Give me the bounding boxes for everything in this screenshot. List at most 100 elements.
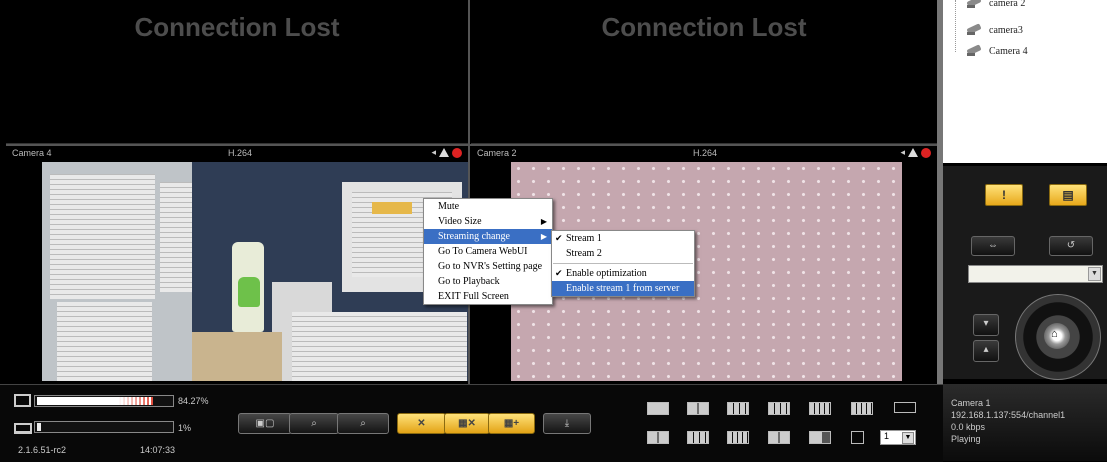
full-screen-icon[interactable] — [894, 402, 916, 413]
menu-item-label: Enable optimization — [566, 268, 647, 279]
menu-item-exit-full-screen[interactable]: EXIT Full Screen — [424, 289, 552, 304]
tree-item-camera-2[interactable]: camera 2 — [965, 0, 1025, 10]
layout-6x6-icon[interactable] — [851, 402, 873, 415]
menu-item-label: Streaming change — [438, 231, 510, 242]
cpu-meter-fill — [37, 397, 153, 405]
info-rate: 0.0 kbps — [951, 422, 986, 432]
pan-arrows-icon: ⇔ — [988, 240, 998, 251]
menu-item-mute[interactable]: Mute — [424, 199, 552, 214]
menu-item-go-to-playback[interactable]: Go to Playback — [424, 274, 552, 289]
video-pane-top-left[interactable]: Connection Lost — [6, 0, 468, 144]
camera-icon — [965, 44, 985, 58]
tree-item-label: Camera 4 — [989, 45, 1028, 57]
tree-item-camera-4[interactable]: Camera 4 — [965, 44, 1028, 58]
sequence-icon[interactable] — [851, 431, 864, 444]
menu-item-label: Video Size — [438, 216, 482, 227]
zoom-in-icon: ▾ — [983, 318, 989, 329]
streaming-submenu: ✔ Stream 1 Stream 2 ✔ Enable optimization … — [551, 230, 695, 297]
speaker-icon[interactable]: ◂ — [900, 147, 905, 158]
menu-separator — [553, 263, 693, 264]
sequence-select[interactable]: 1 ▼ — [880, 430, 916, 445]
rotate-icon: ↺ — [1066, 240, 1076, 251]
alert-icon — [908, 148, 918, 157]
layout-1-plus-12-icon[interactable] — [727, 431, 749, 444]
monitor-icon — [14, 394, 31, 407]
memory-icon — [14, 423, 32, 434]
zoom-button[interactable]: ⌕ — [289, 413, 339, 434]
camera-tree: camera 2 camera3 Camera 4 — [943, 0, 1107, 163]
delete-view-button[interactable]: ✕ — [397, 413, 446, 434]
video-pane-camera-4[interactable]: Camera 4 H.264 ◂ — [6, 146, 468, 384]
tree-item-label: camera3 — [989, 24, 1023, 36]
context-menu: Mute Video Size ▶ Streaming change ▶ Go To… — [423, 198, 553, 305]
connection-lost-text: Connection Lost — [601, 12, 807, 42]
menu-item-streaming-change[interactable]: Streaming change ▶ — [424, 229, 552, 244]
info-url: 192.168.1.137:554/channel1 — [951, 410, 1066, 420]
camera-name: Camera 4 — [12, 148, 52, 158]
video-pane-top-right[interactable]: Connection Lost — [471, 0, 937, 144]
grid-add-icon: ▦+ — [503, 418, 520, 429]
search-button[interactable]: ⌕ — [337, 413, 389, 434]
layout-4x4-icon[interactable] — [768, 402, 790, 415]
layout-2-plus-8-icon[interactable] — [768, 431, 790, 444]
layout-1x1-icon[interactable] — [647, 402, 669, 415]
camera-name: Camera 2 — [477, 148, 517, 158]
remove-layout-button[interactable]: ▦✕ — [444, 413, 490, 434]
zoom-in-button[interactable]: ▾ — [973, 314, 999, 336]
info-state: Playing — [951, 434, 981, 444]
clock-label: 14:07:33 — [140, 445, 176, 455]
grid-event-icon: ▤ — [1062, 188, 1074, 202]
camera-header: Camera 4 H.264 ◂ — [6, 146, 468, 160]
preset-select[interactable]: ▼ — [968, 265, 1103, 283]
info-camera: Camera 1 — [951, 398, 991, 408]
codec-label: H.264 — [693, 148, 718, 158]
ptz-preset-button[interactable]: ⇔ — [971, 236, 1015, 256]
memory-percent: 1% — [178, 423, 192, 433]
zoom-out-button[interactable]: ▴ — [973, 340, 999, 362]
add-layout-button[interactable]: ▦+ — [488, 413, 535, 434]
submenu-item-enable-optimization[interactable]: ✔ Enable optimization — [552, 266, 694, 281]
menu-item-video-size[interactable]: Video Size ▶ — [424, 214, 552, 229]
version-label: 2.1.6.51-rc2 — [18, 445, 67, 455]
snapshot-button[interactable]: ▣▢ — [238, 413, 292, 434]
record-icon[interactable] — [921, 147, 931, 158]
home-button[interactable]: ⌂ — [1044, 323, 1070, 349]
camera-header: Camera 2 H.264 ◂ — [471, 146, 937, 160]
bottom-toolbar: 84.27% 1% 2.1.6.51-rc2 14:07:33 ▣▢ ⌕ ⌕ ✕… — [0, 384, 943, 462]
alert-icon — [439, 148, 449, 157]
cpu-percent: 84.27% — [178, 396, 209, 406]
download-button[interactable]: ⤓ — [543, 413, 591, 434]
search-icon: ⌕ — [360, 418, 366, 429]
menu-item-label: Stream 1 — [566, 233, 602, 244]
ptz-tour-button[interactable]: ↺ — [1049, 236, 1093, 256]
submenu-item-stream-1[interactable]: ✔ Stream 1 — [552, 231, 694, 246]
layout-1-plus-7-icon[interactable] — [687, 431, 709, 444]
record-icon[interactable] — [452, 147, 462, 158]
event-list-button[interactable]: ▤ — [1049, 184, 1087, 206]
memory-meter-fill — [37, 423, 41, 431]
layout-1-plus-5-icon[interactable] — [647, 431, 669, 444]
pip-layout-icon[interactable] — [809, 431, 831, 444]
submenu-arrow-icon: ▶ — [540, 217, 547, 226]
menu-item-go-to-camera-webui[interactable]: Go To Camera WebUI — [424, 244, 552, 259]
alarm-button[interactable]: ! — [985, 184, 1023, 206]
camera-icon — [965, 0, 985, 10]
menu-item-go-to-nvr-settings[interactable]: Go to NVR's Setting page — [424, 259, 552, 274]
submenu-item-enable-stream-1-from-server[interactable]: Enable stream 1 from server — [552, 281, 694, 296]
sequence-select-value: 1 — [884, 431, 890, 441]
camera-snapshot-icon: ▣▢ — [255, 418, 275, 429]
chevron-down-icon: ▼ — [1088, 267, 1101, 281]
ptz-panel: ! ▤ ⇔ ↺ ▼ ▾ ▴ ⌂ — [943, 166, 1107, 380]
checkmark-icon: ✔ — [555, 268, 563, 278]
layout-2x2-icon[interactable] — [687, 402, 709, 415]
layout-3x3-icon[interactable] — [727, 402, 749, 415]
tree-item-camera-3[interactable]: camera3 — [965, 23, 1023, 37]
speaker-icon[interactable]: ◂ — [431, 147, 436, 158]
close-icon: ✕ — [417, 418, 426, 429]
download-icon: ⤓ — [564, 418, 570, 429]
tree-connector — [955, 0, 957, 52]
grid-remove-icon: ▦✕ — [458, 418, 476, 429]
submenu-item-stream-2[interactable]: Stream 2 — [552, 246, 694, 261]
layout-5x5-icon[interactable] — [809, 402, 831, 415]
tree-item-label: camera 2 — [989, 0, 1026, 9]
